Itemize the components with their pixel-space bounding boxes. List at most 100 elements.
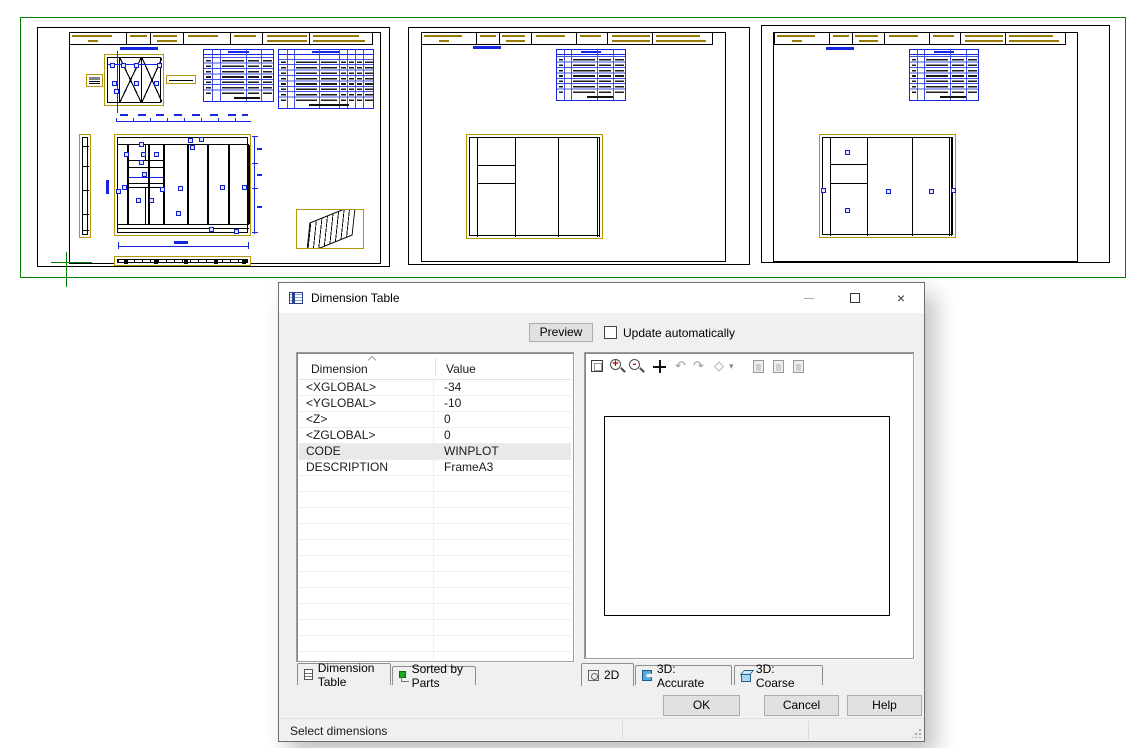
rotate-right-icon[interactable]: ↷ [693,359,709,374]
sheet1-left-dim-label [106,180,109,194]
table-row[interactable]: <Z>0 [299,412,571,428]
help-button[interactable]: Help [847,695,922,716]
view-dropdown-icon[interactable]: ▾ [729,359,745,374]
sheet1-side-member [79,134,91,238]
sheet3-panel-drawing [819,134,956,238]
rotate-left-icon[interactable]: ↶ [675,359,691,374]
sheet2-panel-drawing [466,134,603,239]
sheet1-title-block [69,32,373,45]
dialog-titlebar[interactable]: Dimension Table × [279,283,924,313]
table-row-empty [299,604,571,620]
tab-label: 3D: Coarse [756,662,816,690]
sheet1-parts-table-a [203,49,274,102]
table-row-empty [299,588,571,604]
table-row-empty [299,636,571,652]
tab-sorted-by-parts[interactable]: Sorted by Parts [392,666,476,685]
tab-label: 3D: Accurate [657,662,725,690]
table-row[interactable]: <XGLOBAL>-34 [299,380,571,396]
screen: Dimension Table × Preview Update automat… [0,0,1145,748]
cancel-button[interactable]: Cancel [764,695,839,716]
dialog-title: Dimension Table [311,291,400,305]
sheet2-parts-table [556,49,626,101]
sheet1-parts-table-b [278,49,374,109]
sheet1-right-dimensions [252,136,262,236]
tab-label: 2D [604,668,619,682]
sheet2-caption-text [473,46,501,49]
list-header[interactable]: Dimension Value [299,355,571,380]
pan-icon[interactable] [652,359,668,374]
paste-icon-2[interactable] [772,359,788,374]
table-row-empty [299,556,571,572]
center-view-icon[interactable]: ◇ [714,359,730,374]
paste-icon-3[interactable] [792,359,808,374]
close-icon: × [897,291,905,305]
table-row-empty [299,572,571,588]
2d-tab-icon [588,670,599,681]
dialog-statusbar: Select dimensions [279,718,924,741]
tab-dimension-table[interactable]: Dimension Table [297,663,391,685]
sheet1-bottom-member [114,256,251,266]
minimize-icon [804,298,814,299]
table-row[interactable]: <YGLOBAL>-10 [299,396,571,412]
table-row[interactable]: CODEWINPLOT [299,444,571,460]
table-row-empty [299,508,571,524]
sheet1-caption-text [120,47,158,50]
ok-button[interactable]: OK [663,695,740,716]
sheet1-bottom-dimension [118,241,249,249]
sort-ascending-icon [368,356,376,364]
table-row-empty [299,620,571,636]
table-row-empty [299,492,571,508]
preview-panel: + - ↶ ↷ ◇ ▾ [584,352,914,659]
cad-crosshair-cursor [66,252,67,287]
sheet1-right-connector [166,75,196,84]
cad-crosshair-cursor [51,262,92,263]
tab-3d-coarse[interactable]: 3D: Coarse [734,665,823,685]
table-row[interactable]: DESCRIPTIONFrameA3 [299,460,571,476]
drawing-sheet-1[interactable] [37,27,390,267]
drawing-sheet-3[interactable] [761,25,1110,263]
update-automatically-checkbox[interactable] [604,326,617,339]
tab-label: Dimension Table [318,661,384,689]
sorted-by-parts-tab-icon [399,671,407,682]
dimension-table-dialog: Dimension Table × Preview Update automat… [278,282,925,742]
table-row-empty [299,476,571,492]
dimension-table-tab-icon [304,669,313,680]
sheet2-title-block [421,32,713,45]
maximize-icon [850,293,860,303]
drawing-sheet-2[interactable] [408,27,750,265]
close-button[interactable]: × [878,283,924,313]
update-automatically-label: Update automatically [623,326,735,340]
sheet1-isometric-view [296,209,364,249]
maximize-button[interactable] [832,283,878,313]
3d-accurate-tab-icon [642,670,652,681]
tab-3d-accurate[interactable]: 3D: Accurate [635,665,732,685]
dimension-list-panel: Dimension Value <XGLOBAL>-34<YGLOBAL>-10… [296,352,574,662]
sheet1-transom-view [104,54,164,106]
zoom-out-icon[interactable]: - [628,359,644,374]
sheet3-title-block [774,32,1066,45]
sheet1-left-connector [86,74,103,87]
resize-grip[interactable] [912,729,921,738]
zoom-in-icon[interactable]: + [609,359,625,374]
minimize-button [786,283,832,313]
zoom-extents-icon[interactable] [590,359,606,374]
status-message: Select dimensions [290,724,387,738]
table-row-empty [299,524,571,540]
preview-toolbar: + - ↶ ↷ ◇ ▾ [587,355,911,377]
column-header-value[interactable]: Value [446,362,476,376]
sheet1-top-dimensions [116,114,251,122]
sheet3-parts-table [909,49,979,101]
table-row-empty [299,540,571,556]
tab-2d[interactable]: 2D [581,663,634,686]
column-header-dimension[interactable]: Dimension [311,362,368,376]
table-row[interactable]: <ZGLOBAL>0 [299,428,571,444]
sheet1-frame-markers [114,134,251,236]
preview-viewport[interactable] [604,416,890,616]
paste-icon-1[interactable] [752,359,768,374]
dimension-table-icon [289,292,303,304]
preview-button[interactable]: Preview [529,323,593,342]
sheet3-caption-text [826,47,854,50]
tab-label: Sorted by Parts [412,662,469,690]
listview-rows: <XGLOBAL>-34<YGLOBAL>-10<Z>0<ZGLOBAL>0CO… [299,380,571,659]
3d-coarse-tab-icon [741,673,751,682]
